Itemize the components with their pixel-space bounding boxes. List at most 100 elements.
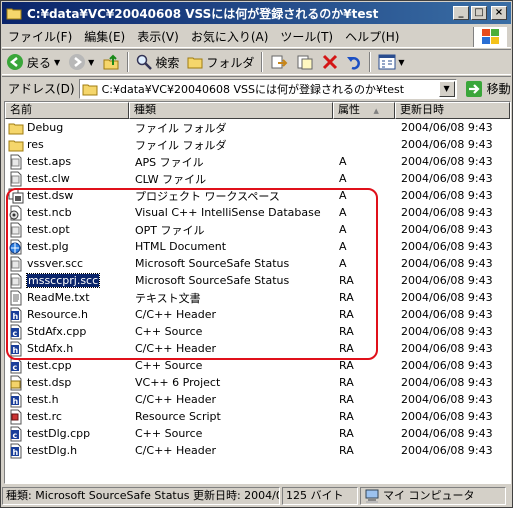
file-row[interactable]: h testDlg.h C/C++ Header RA 2004/06/08 9:43 xyxy=(5,442,510,459)
file-name: testDlg.h xyxy=(27,444,78,457)
close-button[interactable]: × xyxy=(491,6,507,20)
delete-icon xyxy=(323,54,338,70)
file-name: test.clw xyxy=(27,172,70,185)
forward-button[interactable]: ▼ xyxy=(64,51,98,73)
menu-tools[interactable]: ツール(T) xyxy=(274,28,339,45)
file-type: APS ファイル xyxy=(135,155,204,169)
file-modified: 2004/06/08 9:43 xyxy=(401,325,493,338)
file-row[interactable]: vssver.scc Microsoft SourceSafe Status A 20… xyxy=(5,255,510,272)
file-row[interactable]: test.dsp VC++ 6 Project RA 2004/06/08 9:43 xyxy=(5,374,510,391)
file-name-cell[interactable]: h test.h xyxy=(5,392,129,408)
chevron-down-icon[interactable]: ▼ xyxy=(398,58,404,67)
menu-file[interactable]: ファイル(F) xyxy=(2,28,78,45)
file-name-cell[interactable]: Debug xyxy=(5,120,129,136)
file-list[interactable]: 名前 種類 属性 ▲ 更新日時 Debug ファイル フォルダ 2004/06/08… xyxy=(4,101,511,484)
up-folder-button[interactable] xyxy=(98,51,124,73)
file-row[interactable]: Debug ファイル フォルダ 2004/06/08 9:43 xyxy=(5,119,510,136)
move-to-button[interactable] xyxy=(266,51,292,73)
maximize-button[interactable]: □ xyxy=(471,6,487,20)
delete-button[interactable] xyxy=(318,51,342,73)
menu-edit[interactable]: 編集(E) xyxy=(78,28,131,45)
menu-help[interactable]: ヘルプ(H) xyxy=(339,28,405,45)
file-modified: 2004/06/08 9:43 xyxy=(401,121,493,134)
explorer-window: C:¥data¥VC¥20040608 VSSには何が登録されるのか¥test … xyxy=(0,0,513,508)
back-button[interactable]: 戻る ▼ xyxy=(2,51,64,73)
file-row[interactable]: test.clw CLW ファイル A 2004/06/08 9:43 xyxy=(5,170,510,187)
file-row[interactable]: h StdAfx.h C/C++ Header RA 2004/06/08 9:43 xyxy=(5,340,510,357)
file-row[interactable]: test.plg HTML Document A 2004/06/08 9:43 xyxy=(5,238,510,255)
folders-button[interactable]: フォルダ xyxy=(183,51,258,73)
file-name-cell[interactable]: h StdAfx.h xyxy=(5,341,129,357)
file-name-cell[interactable]: test.aps xyxy=(5,154,129,170)
file-row[interactable]: test.ncb Visual C++ IntelliSense Database… xyxy=(5,204,510,221)
file-name: test.h xyxy=(27,393,59,406)
menu-view[interactable]: 表示(V) xyxy=(131,28,185,45)
file-name-cell[interactable]: test.opt xyxy=(5,222,129,238)
file-row[interactable]: test.opt OPT ファイル A 2004/06/08 9:43 xyxy=(5,221,510,238)
file-name-cell[interactable]: test.rc xyxy=(5,409,129,425)
chevron-down-icon[interactable]: ▼ xyxy=(88,58,94,67)
file-name-cell[interactable]: test.clw xyxy=(5,171,129,187)
file-name-cell[interactable]: c testDlg.cpp xyxy=(5,426,129,442)
search-button[interactable]: 検索 xyxy=(132,51,183,73)
file-name: test.dsp xyxy=(27,376,72,389)
folder-icon xyxy=(8,120,24,136)
menu-bar: ファイル(F) 編集(E) 表示(V) お気に入り(A) ツール(T) ヘルプ(… xyxy=(2,26,511,48)
file-modified: 2004/06/08 9:43 xyxy=(401,223,493,236)
file-modified: 2004/06/08 9:43 xyxy=(401,206,493,219)
file-row[interactable]: test.dsw プロジェクト ワークスペース A 2004/06/08 9:43 xyxy=(5,187,510,204)
file-row[interactable]: mssccprj.scc Microsoft SourceSafe Status R… xyxy=(5,272,510,289)
back-label: 戻る xyxy=(27,55,52,70)
file-row[interactable]: c test.cpp C++ Source RA 2004/06/08 9:43 xyxy=(5,357,510,374)
address-dropdown-button[interactable]: ▼ xyxy=(438,80,455,97)
file-modified: 2004/06/08 9:43 xyxy=(401,155,493,168)
column-header-attr[interactable]: 属性 ▲ xyxy=(333,102,395,119)
views-button[interactable]: ▼ xyxy=(374,51,408,73)
address-value: C:¥data¥VC¥20040608 VSSには何が登録されるのか¥test xyxy=(101,82,405,96)
file-name-cell[interactable]: c test.cpp xyxy=(5,358,129,374)
file-name-cell[interactable]: h testDlg.h xyxy=(5,443,129,459)
file-name-cell[interactable]: ReadMe.txt xyxy=(5,290,129,306)
cpp-file-icon: c xyxy=(8,426,24,442)
file-row[interactable]: c StdAfx.cpp C++ Source RA 2004/06/08 9:43 xyxy=(5,323,510,340)
file-attributes: A xyxy=(339,206,347,219)
column-header-date[interactable]: 更新日時 xyxy=(395,102,510,119)
title-bar[interactable]: C:¥data¥VC¥20040608 VSSには何が登録されるのか¥test … xyxy=(2,2,511,24)
undo-button[interactable] xyxy=(342,51,366,73)
file-name-cell[interactable]: h Resource.h xyxy=(5,307,129,323)
menu-favorites[interactable]: お気に入り(A) xyxy=(185,28,275,45)
file-row[interactable]: test.rc Resource Script RA 2004/06/08 9:43 xyxy=(5,408,510,425)
svg-text:c: c xyxy=(13,363,18,372)
file-name-cell[interactable]: test.dsp xyxy=(5,375,129,391)
file-attributes: A xyxy=(339,155,347,168)
file-row[interactable]: h Resource.h C/C++ Header RA 2004/06/08 9:43 xyxy=(5,306,510,323)
file-name-cell[interactable]: c StdAfx.cpp xyxy=(5,324,129,340)
column-header-name[interactable]: 名前 xyxy=(5,102,129,119)
file-type: Visual C++ IntelliSense Database xyxy=(135,206,321,219)
file-attributes: RA xyxy=(339,376,354,389)
address-input[interactable]: C:¥data¥VC¥20040608 VSSには何が登録されるのか¥test … xyxy=(78,78,457,99)
minimize-button[interactable]: _ xyxy=(453,6,469,20)
window-title: C:¥data¥VC¥20040608 VSSには何が登録されるのか¥test xyxy=(27,6,379,21)
file-attributes: RA xyxy=(339,342,354,355)
file-name: test.aps xyxy=(27,155,72,168)
file-name-cell[interactable]: res xyxy=(5,137,129,153)
file-name-cell[interactable]: test.ncb xyxy=(5,205,129,221)
file-row[interactable]: h test.h C/C++ Header RA 2004/06/08 9:43 xyxy=(5,391,510,408)
file-name-cell[interactable]: test.dsw xyxy=(5,188,129,204)
file-row[interactable]: c testDlg.cpp C++ Source RA 2004/06/08 9:43 xyxy=(5,425,510,442)
file-name-cell[interactable]: mssccprj.scc xyxy=(5,273,129,289)
file-modified: 2004/06/08 9:43 xyxy=(401,427,493,440)
chevron-down-icon[interactable]: ▼ xyxy=(54,58,60,67)
copy-to-button[interactable] xyxy=(292,51,318,73)
file-row[interactable]: test.aps APS ファイル A 2004/06/08 9:43 xyxy=(5,153,510,170)
file-name-cell[interactable]: test.plg xyxy=(5,239,129,255)
file-row[interactable]: ReadMe.txt テキスト文書 RA 2004/06/08 9:43 xyxy=(5,289,510,306)
file-modified: 2004/06/08 9:43 xyxy=(401,138,493,151)
file-row[interactable]: res ファイル フォルダ 2004/06/08 9:43 xyxy=(5,136,510,153)
column-header-type[interactable]: 種類 xyxy=(129,102,333,119)
go-button[interactable]: 移動 xyxy=(465,80,511,98)
file-name-cell[interactable]: vssver.scc xyxy=(5,256,129,272)
status-bar: 種類: Microsoft SourceSafe Status 更新日時: 20… xyxy=(2,486,511,506)
workspace-icon xyxy=(8,188,24,204)
